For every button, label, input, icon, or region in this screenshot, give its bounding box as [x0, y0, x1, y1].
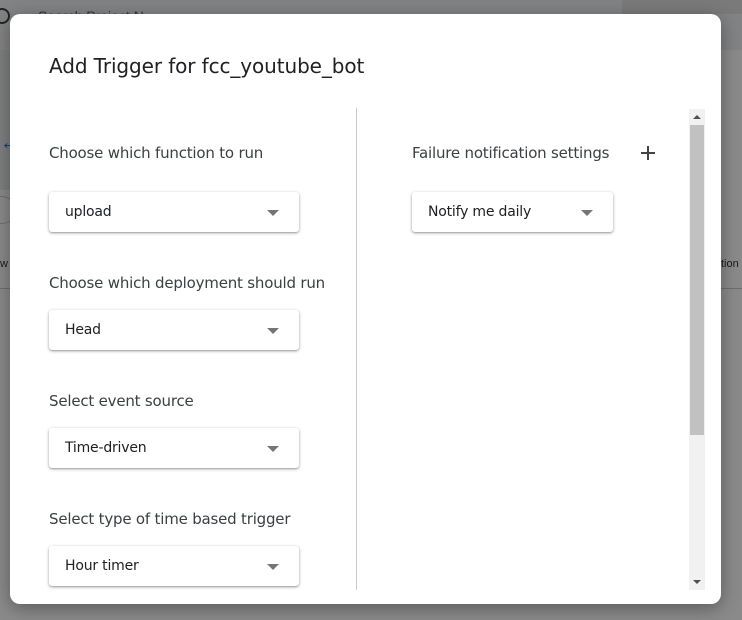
dialog-scrollbar[interactable] — [689, 109, 705, 590]
caret-down-icon — [267, 446, 279, 452]
caret-down-icon — [267, 328, 279, 334]
event-source-select[interactable]: Time-driven — [49, 428, 299, 468]
column-divider — [356, 108, 357, 590]
function-label: Choose which function to run — [49, 144, 264, 162]
caret-down-icon — [267, 564, 279, 570]
scroll-up-icon[interactable] — [689, 109, 705, 124]
caret-down-icon — [581, 210, 593, 216]
deployment-select[interactable]: Head — [49, 310, 299, 350]
time-trigger-select[interactable]: Hour timer — [49, 546, 299, 586]
deployment-label: Choose which deployment should run — [49, 274, 325, 292]
event-source-select-value: Time-driven — [65, 440, 147, 456]
caret-down-icon — [267, 210, 279, 216]
scroll-down-icon[interactable] — [689, 575, 705, 590]
failure-notification-select-value: Notify me daily — [428, 204, 532, 220]
failure-notification-select[interactable]: Notify me daily — [412, 192, 613, 232]
failure-notification-label: Failure notification settings — [412, 144, 610, 162]
function-select[interactable]: upload — [49, 192, 299, 232]
scrollbar-thumb[interactable] — [690, 125, 704, 435]
event-source-label: Select event source — [49, 392, 194, 410]
deployment-select-value: Head — [65, 322, 101, 338]
time-trigger-label: Select type of time based trigger — [49, 510, 291, 528]
plus-icon[interactable] — [638, 142, 660, 164]
function-select-value: upload — [65, 204, 112, 220]
add-trigger-dialog: Add Trigger for fcc_youtube_bot Choose w… — [10, 14, 721, 604]
dialog-title: Add Trigger for fcc_youtube_bot — [49, 54, 365, 78]
time-trigger-select-value: Hour timer — [65, 558, 139, 574]
